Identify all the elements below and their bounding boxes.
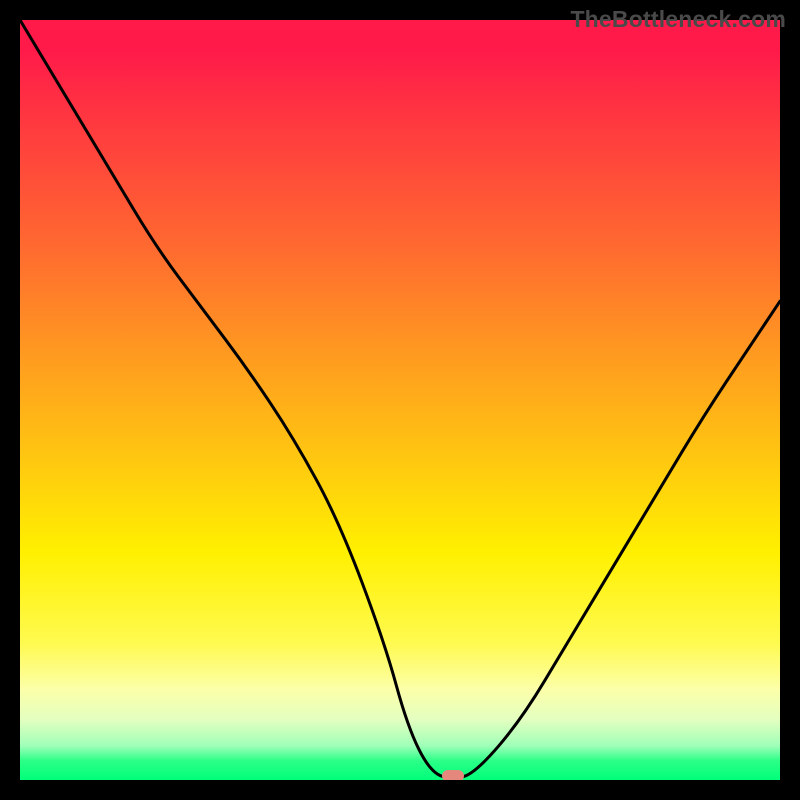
chart-frame: TheBottleneck.com [0, 0, 800, 800]
bottleneck-curve [20, 20, 780, 780]
plot-area [20, 20, 780, 780]
optimum-marker [442, 770, 464, 780]
watermark-text: TheBottleneck.com [570, 6, 786, 33]
